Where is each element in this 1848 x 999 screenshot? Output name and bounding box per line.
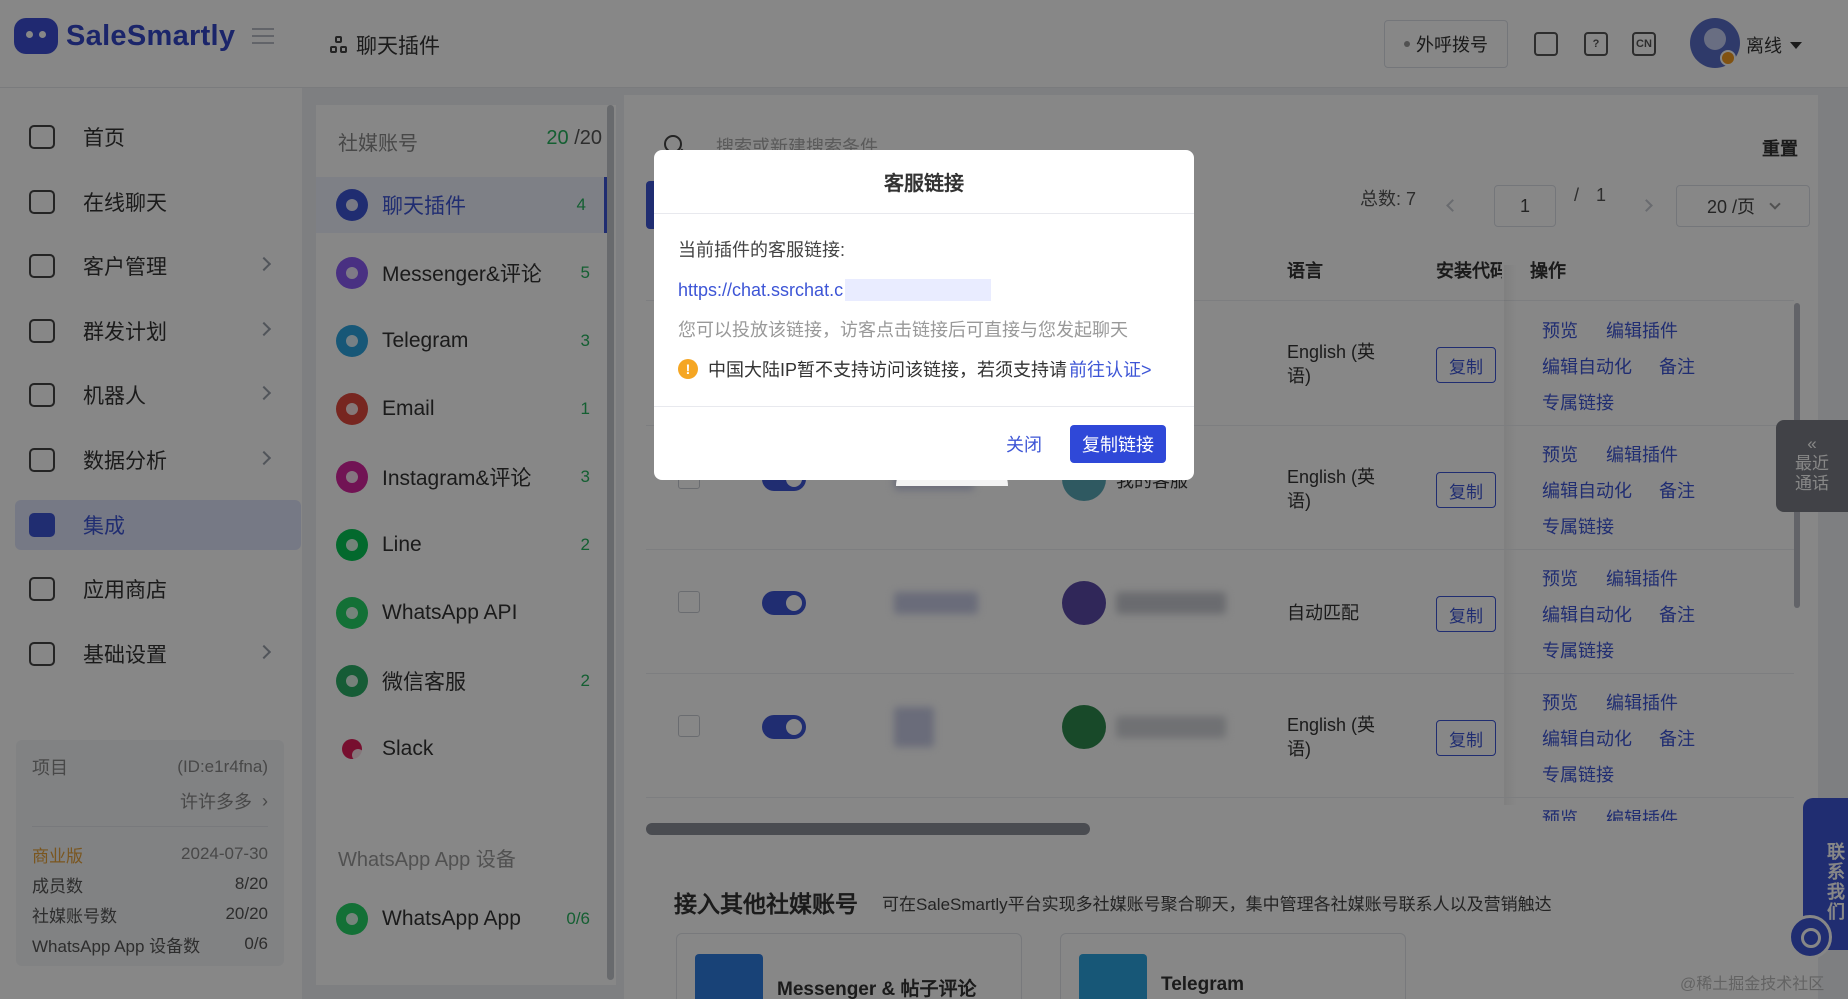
dialog-footer: 关闭 复制链接 bbox=[654, 406, 1194, 480]
link-row: https://chat.ssrchat.c bbox=[678, 278, 1170, 302]
verify-link[interactable]: 前往认证> bbox=[1069, 356, 1152, 382]
link-hint: 您可以投放该链接，访客点击链接后可直接与您发起聊天 bbox=[678, 320, 1128, 340]
dialog-body: 当前插件的客服链接: https://chat.ssrchat.c 您可以投放该… bbox=[654, 214, 1194, 382]
service-link[interactable]: https://chat.ssrchat.c bbox=[678, 280, 843, 301]
warning-icon: ! bbox=[678, 359, 698, 379]
link-label: 当前插件的客服链接: bbox=[678, 240, 846, 260]
dialog-title: 客服链接 bbox=[654, 150, 1194, 214]
region-warning: ! 中国大陆IP暂不支持访问该链接，若须支持请 前往认证> bbox=[678, 356, 1170, 382]
warning-text: 中国大陆IP暂不支持访问该链接，若须支持请 bbox=[708, 360, 1068, 380]
copy-link-button[interactable]: 复制链接 bbox=[1070, 425, 1166, 463]
service-link-dialog: 客服链接 当前插件的客服链接: https://chat.ssrchat.c 您… bbox=[654, 150, 1194, 480]
link-redaction bbox=[845, 279, 992, 301]
close-button[interactable]: 关闭 bbox=[1006, 431, 1042, 457]
